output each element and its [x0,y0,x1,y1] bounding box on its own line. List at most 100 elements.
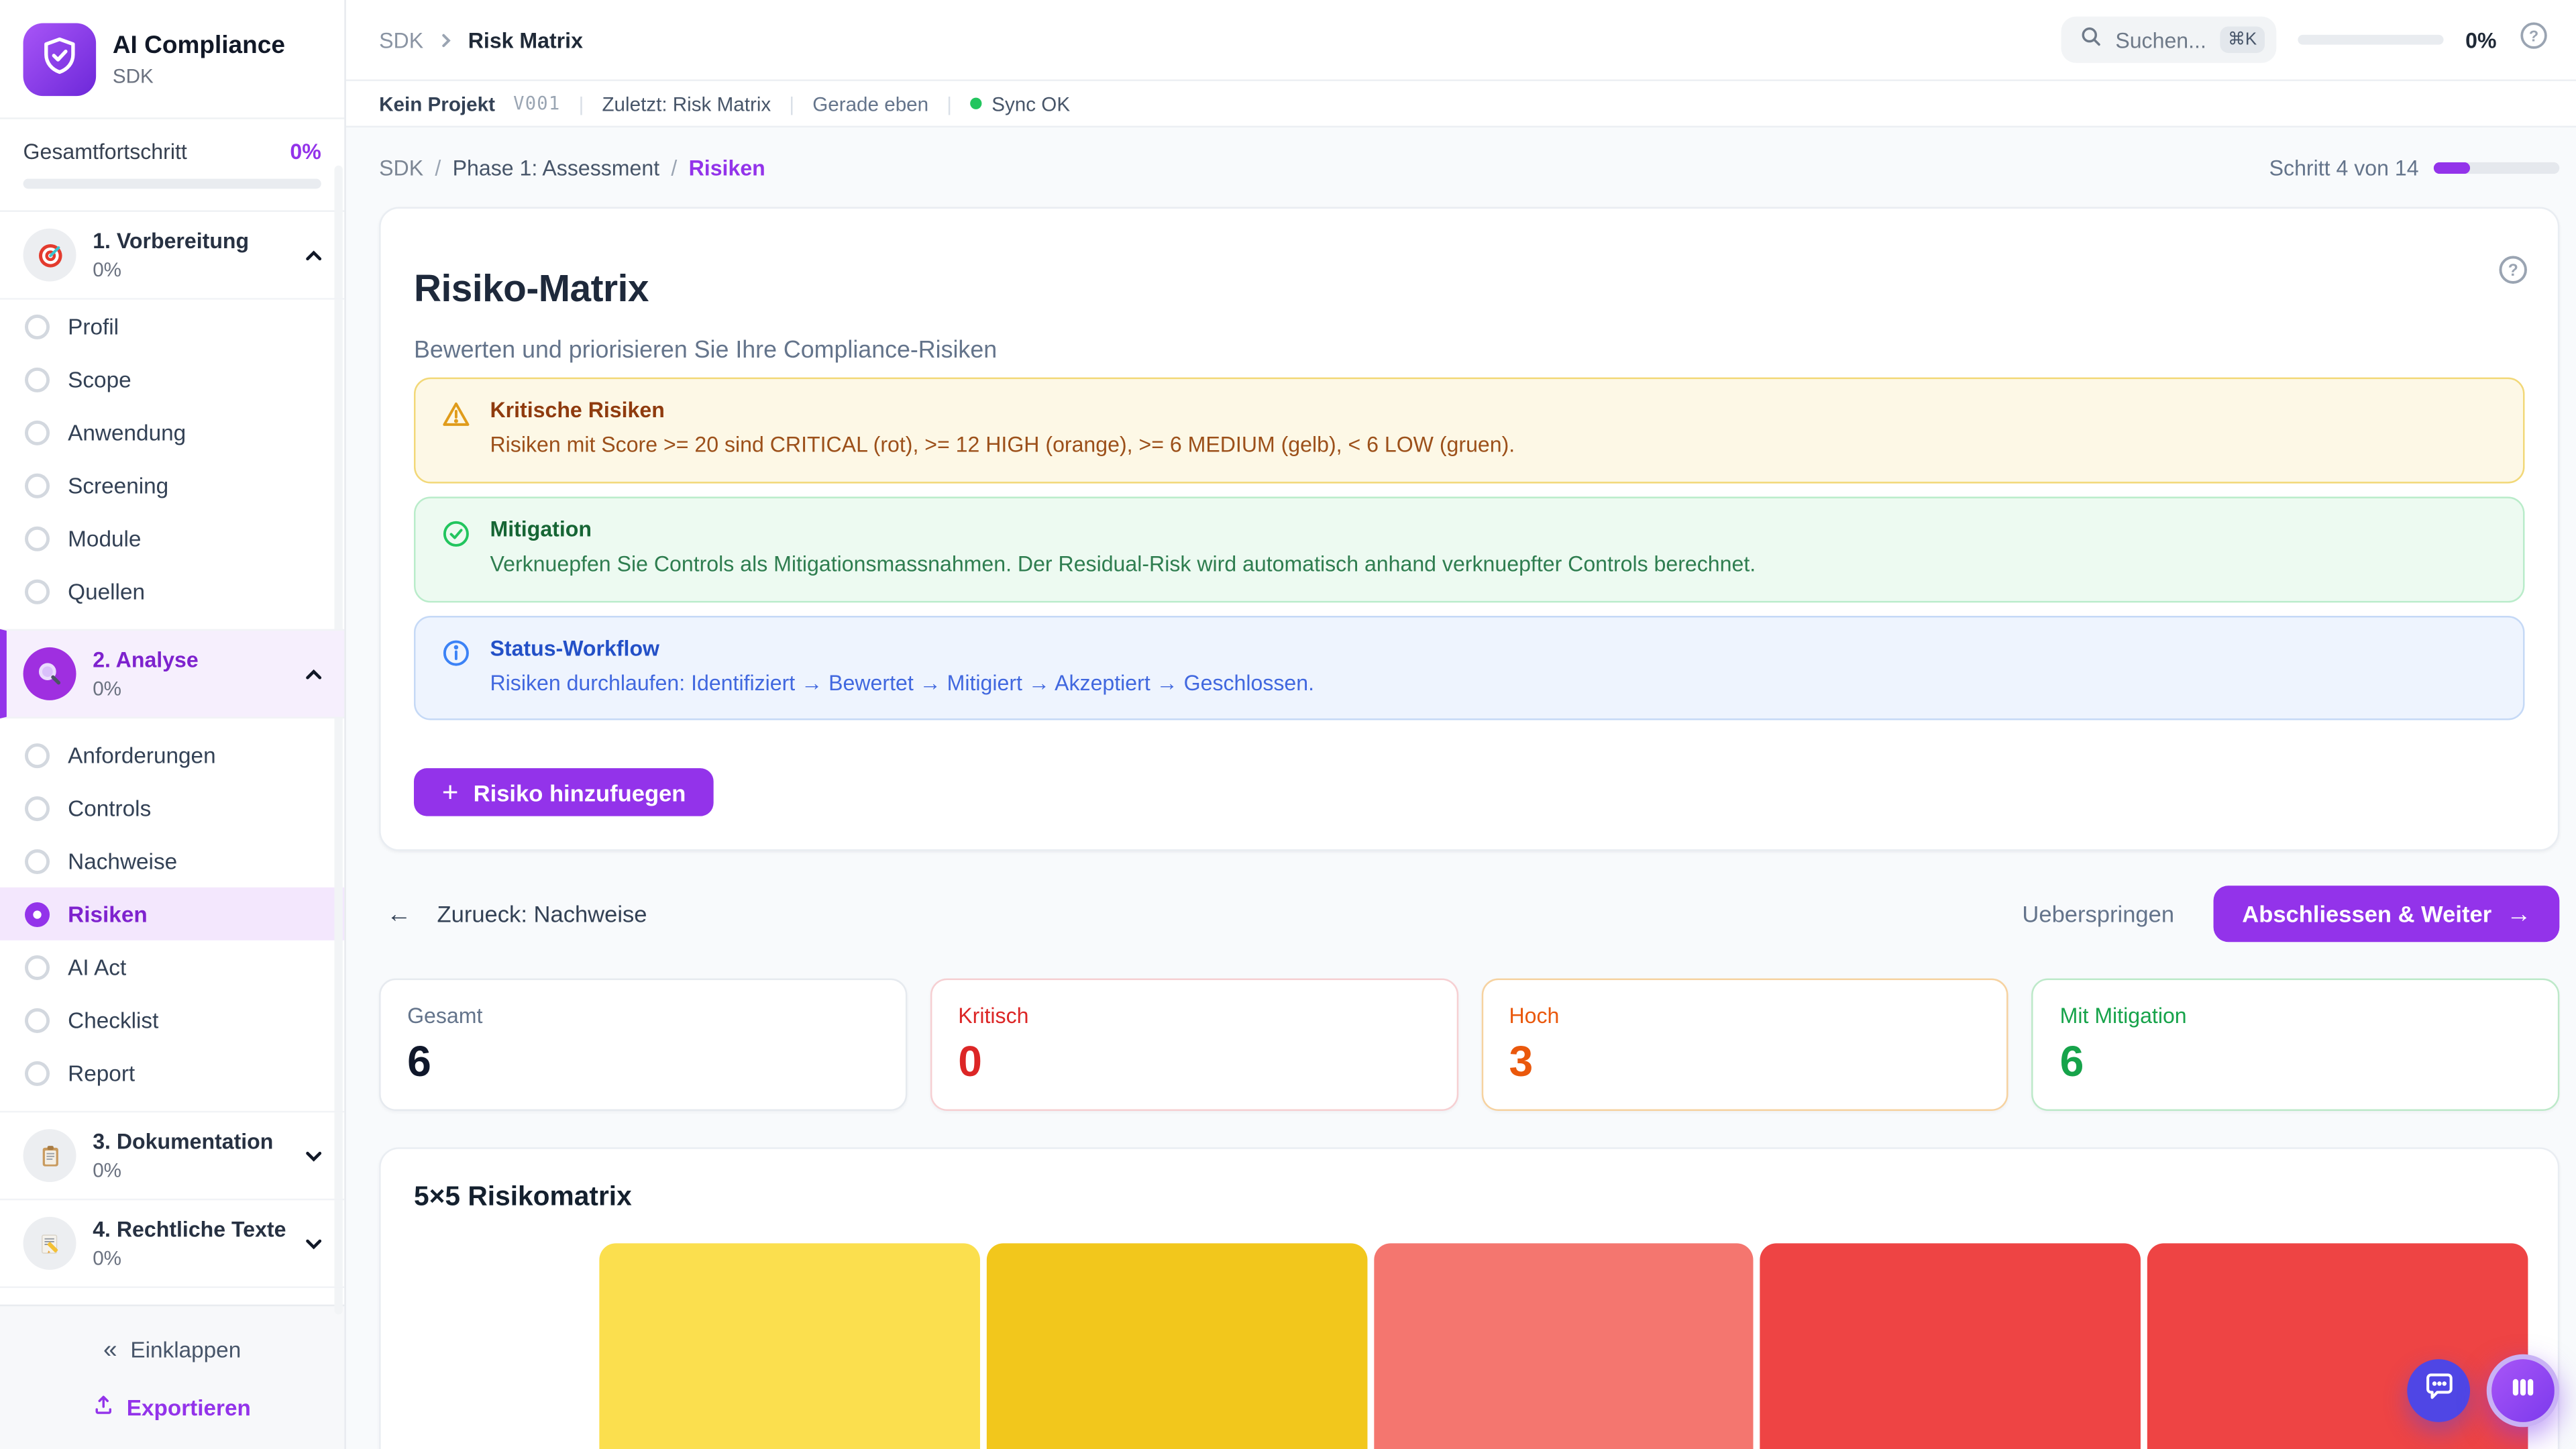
matrix-cell[interactable] [1373,1244,1754,1449]
magnifier-icon [23,647,76,700]
matrix-cell[interactable] [986,1244,1366,1449]
sidebar: AI Compliance SDK Gesamtfortschritt 0% [0,0,346,1449]
overall-progress: Gesamtfortschritt 0% [0,119,344,212]
step-progress-bar [2434,162,2560,173]
top-bar: SDK Risk Matrix Suchen... ⌘K 0% [346,0,2576,81]
breadcrumb-phase[interactable]: Phase 1: Assessment [453,155,660,180]
alert-title: Mitigation [490,516,1756,541]
memo-pencil-icon [23,1217,76,1270]
status-bar: Kein Projekt V001 | Zuletzt: Risk Matrix… [346,81,2576,127]
matrix-cell[interactable] [1760,1244,2141,1449]
skip-button[interactable]: Ueberspringen [2022,901,2174,927]
card-help-icon[interactable]: ? [2497,254,2530,295]
step-indicator: Schritt 4 von 14 [2269,155,2419,180]
alert-status-workflow: Status-Workflow Risiken durchlaufen: Ide… [414,615,2525,721]
sync-status: Sync OK [970,92,1070,115]
app-subtitle: SDK [113,64,285,87]
section-label: 4. Rechtliche Texte [93,1217,286,1242]
complete-continue-button[interactable]: Abschliessen & Weiter → [2214,886,2559,943]
back-button[interactable]: ← Zurueck: Nachweise [379,894,647,934]
sidebar-footer: « Einklappen Exportieren [0,1305,344,1449]
sidebar-section-rechtliche-texte[interactable]: 4. Rechtliche Texte 0% [0,1200,344,1288]
add-risk-button[interactable]: + Risiko hinzufuegen [414,769,714,817]
overall-progress-label: Gesamtfortschritt [23,139,187,164]
circle-icon [25,1008,50,1032]
section-percent: 0% [93,1246,286,1270]
wizard-nav-row: ← Zurueck: Nachweise Ueberspringen Absch… [379,886,2559,943]
sidebar-item-ai-act[interactable]: AI Act [0,941,344,994]
radio-selected-icon [25,902,50,926]
stat-card-gesamt: Gesamt 6 [379,979,907,1111]
sidebar-item-screening[interactable]: Screening [0,459,344,512]
sidebar-section-betrieb[interactable]: 5. Betrieb 0% [0,1288,344,1305]
sidebar-item-quellen[interactable]: Quellen [0,565,344,618]
section-percent: 0% [93,258,286,281]
export-button[interactable]: Exportieren [0,1387,344,1427]
sidebar-section-dokumentation[interactable]: 3. Dokumentation 0% [0,1111,344,1200]
risk-matrix-grid-card: 5×5 Risikomatrix [379,1148,2559,1449]
sidebar-item-checklist[interactable]: Checklist [0,994,344,1046]
matrix-cell[interactable] [599,1244,979,1449]
arrow-right-icon: → [2506,902,2531,927]
check-circle-icon [442,519,470,580]
matrix-cell[interactable] [2147,1244,2528,1449]
sidebar-item-profil[interactable]: Profil [0,300,344,353]
chevron-down-icon [303,1232,325,1254]
circle-icon [25,314,50,339]
info-circle-icon [442,638,470,699]
breadcrumb-current: Risk Matrix [468,28,583,52]
search-icon [2079,24,2102,56]
search-placeholder: Suchen... [2115,28,2206,52]
sidebar-item-anforderungen[interactable]: Anforderungen [0,729,344,782]
stat-card-mit-mitigation: Mit Mitigation 6 [2032,979,2560,1111]
alert-critical-risks: Kritische Risiken Risiken mit Score >= 2… [414,377,2525,483]
search-input[interactable]: Suchen... ⌘K [2061,17,2277,63]
risk-matrix-grid [599,1244,2528,1449]
sidebar-item-report[interactable]: Report [0,1046,344,1099]
help-icon[interactable]: ? [2518,20,2550,60]
circle-icon [25,473,50,498]
collapse-sidebar-button[interactable]: « Einklappen [0,1326,344,1375]
board-view-button[interactable] [2487,1354,2560,1428]
circle-icon [25,420,50,445]
last-visited: Zuletzt: Risk Matrix [602,92,771,115]
clipboard-icon [23,1129,76,1182]
risk-stats-row: Gesamt 6 Kritisch 0 Hoch 3 Mit Mitigatio… [379,979,2559,1111]
chevron-down-icon [303,1145,325,1167]
svg-text:?: ? [2508,262,2518,280]
breadcrumb-sdk[interactable]: SDK [379,155,423,180]
sidebar-section-vorbereitung[interactable]: 1. Vorbereitung 0% [0,212,344,300]
chevron-right-icon [437,31,455,49]
top-breadcrumb: SDK Risk Matrix [379,28,583,52]
sidebar-item-risiken[interactable]: Risiken [0,888,344,941]
project-status: Kein Projekt [379,92,495,115]
sidebar-header: AI Compliance SDK [0,0,344,119]
breadcrumb-risiken: Risiken [689,155,765,180]
alert-title: Kritische Risiken [490,397,1515,422]
chat-button[interactable] [2407,1359,2470,1422]
plus-icon: + [442,778,459,806]
breadcrumb-root[interactable]: SDK [379,28,423,52]
alert-body: Risiken mit Score >= 20 sind CRITICAL (r… [490,430,1515,462]
app-window: AI Compliance SDK Gesamtfortschritt 0% [0,0,2576,1449]
circle-icon [25,849,50,873]
sidebar-item-controls[interactable]: Controls [0,782,344,835]
sidebar-item-module[interactable]: Module [0,512,344,565]
shield-check-icon [38,34,81,86]
stat-card-kritisch: Kritisch 0 [930,979,1458,1111]
alert-mitigation: Mitigation Verknuepfen Sie Controls als … [414,496,2525,602]
page-subtitle: Bewerten und priorisieren Sie Ihre Compl… [414,337,2525,364]
sidebar-item-scope[interactable]: Scope [0,353,344,406]
sidebar-section-analyse[interactable]: 2. Analyse 0% [0,629,344,718]
sidebar-item-anwendung[interactable]: Anwendung [0,406,344,459]
upload-icon [93,1394,115,1420]
topbar-progress-bar [2298,35,2444,45]
circle-icon [25,579,50,604]
page-title: Risiko-Matrix [414,267,2525,312]
alert-body: Risiken durchlaufen: Identifiziert → Bew… [490,668,1314,700]
circle-icon [25,743,50,767]
sidebar-item-nachweise[interactable]: Nachweise [0,835,344,888]
page-breadcrumb: SDK / Phase 1: Assessment / Risiken Schr… [379,149,2559,185]
arrow-left-icon: ← [379,894,419,934]
overall-progress-bar [23,179,321,189]
